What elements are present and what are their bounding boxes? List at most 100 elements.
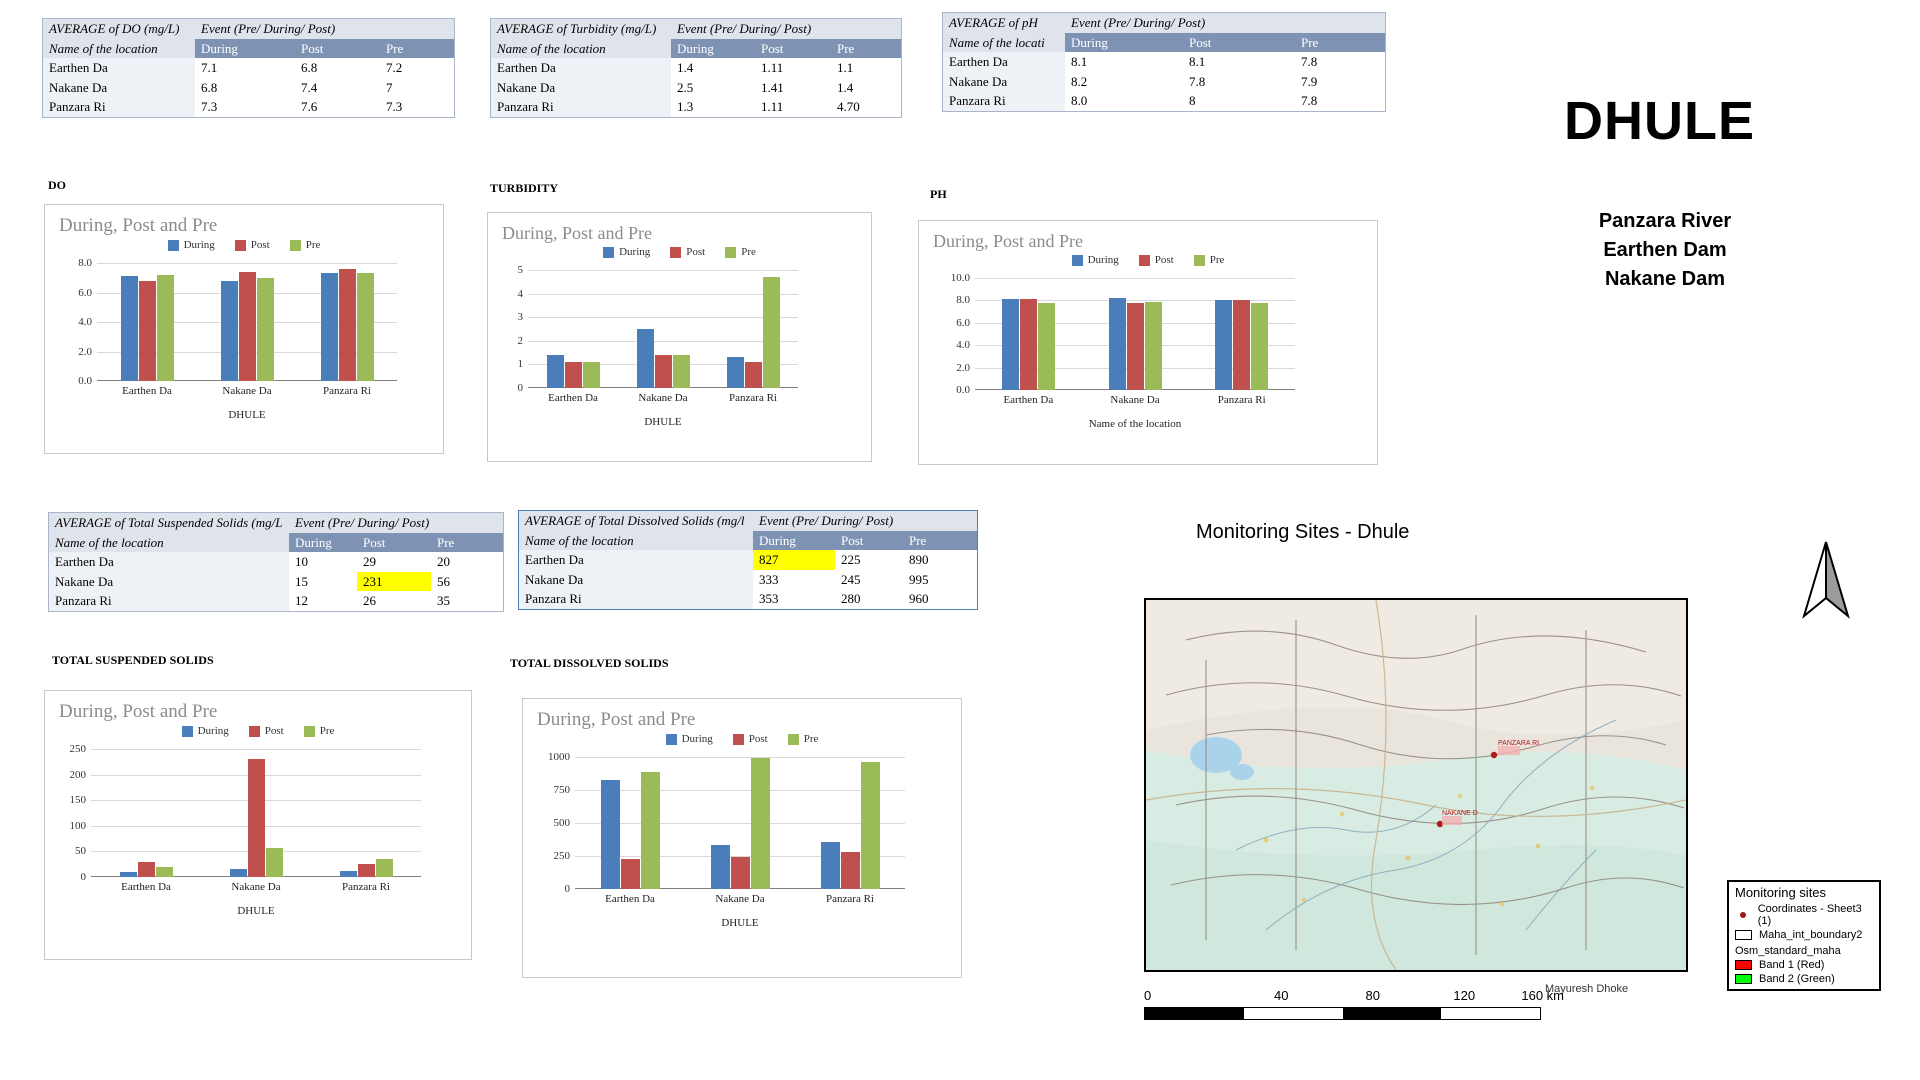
- legend-label: Post: [250, 239, 270, 251]
- map-label-nakane: NAKANE D: [1442, 810, 1478, 817]
- map-scalebar: 0 40 80 120 160 km: [1144, 988, 1564, 1020]
- bar-during[interactable]: [119, 871, 137, 877]
- table-row: Name of the location During Post Pre: [491, 38, 901, 59]
- x-axis-tick: Panzara Ri: [342, 881, 390, 893]
- bar-pre[interactable]: [265, 848, 283, 877]
- y-axis-tick: 500: [553, 817, 571, 829]
- bar-post[interactable]: [338, 268, 356, 381]
- scalebar-bars: [1144, 1007, 1541, 1020]
- bar-during[interactable]: [546, 354, 564, 388]
- bar-post[interactable]: [620, 859, 640, 889]
- x-axis-tick: Earthen Da: [122, 385, 172, 397]
- bar-post[interactable]: [744, 361, 762, 388]
- table-row: Earthen Da 1.4 1.11 1.1: [491, 58, 901, 78]
- cell-pre: 960: [903, 589, 977, 609]
- y-axis-tick: 2.0: [78, 345, 92, 358]
- bar-during[interactable]: [1215, 300, 1233, 390]
- bar-during[interactable]: [726, 357, 744, 388]
- bar-post[interactable]: [1126, 302, 1144, 390]
- bar-during[interactable]: [600, 779, 620, 889]
- bar-pre[interactable]: [256, 277, 274, 381]
- map-legend: Monitoring sites Coordinates - Sheet3 (1…: [1727, 880, 1881, 991]
- bar-post[interactable]: [654, 354, 672, 388]
- table-row: Panzara Ri 7.3 7.6 7.3: [43, 97, 454, 117]
- bar-group-container: [528, 270, 798, 388]
- y-axis-tick: 100: [69, 819, 87, 832]
- bar-post[interactable]: [238, 271, 256, 381]
- bar-pre[interactable]: [1144, 301, 1162, 390]
- x-axis-tick: Nakane Da: [715, 893, 765, 905]
- bar-pre[interactable]: [582, 362, 600, 388]
- cell-during: 2.5: [671, 77, 755, 98]
- cell-post: 6.8: [295, 58, 380, 78]
- cell-location: Panzara Ri: [491, 97, 671, 117]
- legend-label: During: [197, 725, 229, 737]
- legend-label: During: [681, 733, 713, 745]
- bar-during[interactable]: [1001, 299, 1019, 390]
- page-title: DHULE: [1564, 91, 1755, 151]
- chart-card-ph: During, Post and Pre During Post Pre 0.0 2.0 4…: [918, 220, 1378, 465]
- bar-during[interactable]: [120, 276, 138, 381]
- legend-entry-pre: Pre: [289, 239, 320, 251]
- bar-pre[interactable]: [375, 859, 393, 877]
- bar-post[interactable]: [730, 856, 750, 889]
- bar-pre[interactable]: [156, 274, 174, 381]
- map-canvas[interactable]: PANZARA RI NAKANE D: [1144, 598, 1688, 972]
- legend-swatch-icon: [725, 246, 737, 258]
- bar-post[interactable]: [1019, 299, 1037, 390]
- bar-post[interactable]: [564, 361, 582, 388]
- chart-plot-area: 0 1 2 3 4 5: [518, 264, 798, 394]
- bar-pre[interactable]: [356, 273, 374, 381]
- scalebar-seg: [1243, 1008, 1343, 1019]
- bar-during[interactable]: [820, 842, 840, 889]
- legend-swatch-icon: [1193, 254, 1205, 266]
- bar-during[interactable]: [229, 869, 247, 877]
- bar-during[interactable]: [339, 870, 357, 877]
- scalebar-seg: [1145, 1008, 1244, 1019]
- bar-post[interactable]: [840, 852, 860, 889]
- bar-during[interactable]: [710, 845, 730, 889]
- bar-during[interactable]: [220, 280, 238, 381]
- bar-pre[interactable]: [672, 354, 690, 388]
- legend-swatch-icon: [181, 725, 193, 737]
- bar-during[interactable]: [320, 273, 338, 381]
- legend-item-label: Coordinates - Sheet3 (1): [1757, 903, 1862, 927]
- table-turbidity: AVERAGE of Turbidity (mg/L) Event (Pre/ …: [491, 19, 901, 117]
- legend-item-label: Band 2 (Green): [1759, 973, 1835, 985]
- bar-pre[interactable]: [762, 277, 780, 388]
- table-row: Earthen Da 10 29 20: [49, 552, 503, 572]
- y-axis-tick: 8.0: [956, 294, 970, 307]
- column-header-during: During: [289, 532, 357, 553]
- x-axis-title: DHULE: [644, 416, 682, 428]
- legend-label: Post: [686, 246, 706, 258]
- cell-pre: 7.9: [1295, 71, 1385, 92]
- bar-post[interactable]: [137, 862, 155, 877]
- bar-post[interactable]: [247, 758, 265, 877]
- bar-group: [97, 263, 197, 381]
- y-axis-tick: 50: [75, 845, 86, 858]
- pivot-table-ph: AVERAGE of pH Event (Pre/ During/ Post) …: [942, 12, 1386, 112]
- cell-location: Nakane Da: [491, 77, 671, 98]
- bar-during[interactable]: [1108, 298, 1126, 390]
- scale-tick-160: 160 km: [1521, 988, 1564, 1003]
- bar-pre[interactable]: [155, 866, 173, 877]
- bar-post[interactable]: [357, 863, 375, 877]
- cell-during: 1.3: [671, 97, 755, 117]
- legend-entry-during: During: [1071, 254, 1119, 266]
- bar-pre[interactable]: [1037, 302, 1055, 390]
- legend-item-band2: Band 2 (Green): [1729, 972, 1879, 989]
- column-header-during: During: [671, 38, 755, 59]
- pivot-table-tds: AVERAGE of Total Dissolved Solids (mg/l …: [518, 510, 978, 610]
- section-label-do: DO: [48, 178, 66, 192]
- cell-location: Panzara Ri: [43, 97, 195, 117]
- bar-post[interactable]: [138, 280, 156, 381]
- bar-pre[interactable]: [640, 771, 660, 889]
- bar-pre[interactable]: [750, 757, 770, 889]
- column-header-pre: Pre: [903, 530, 977, 551]
- bar-during[interactable]: [636, 329, 654, 388]
- table-event-header: Event (Pre/ During/ Post): [671, 19, 901, 39]
- bar-post[interactable]: [1233, 300, 1251, 390]
- y-axis-tick: 200: [69, 768, 87, 781]
- bar-pre[interactable]: [1251, 302, 1269, 390]
- bar-pre[interactable]: [860, 762, 880, 889]
